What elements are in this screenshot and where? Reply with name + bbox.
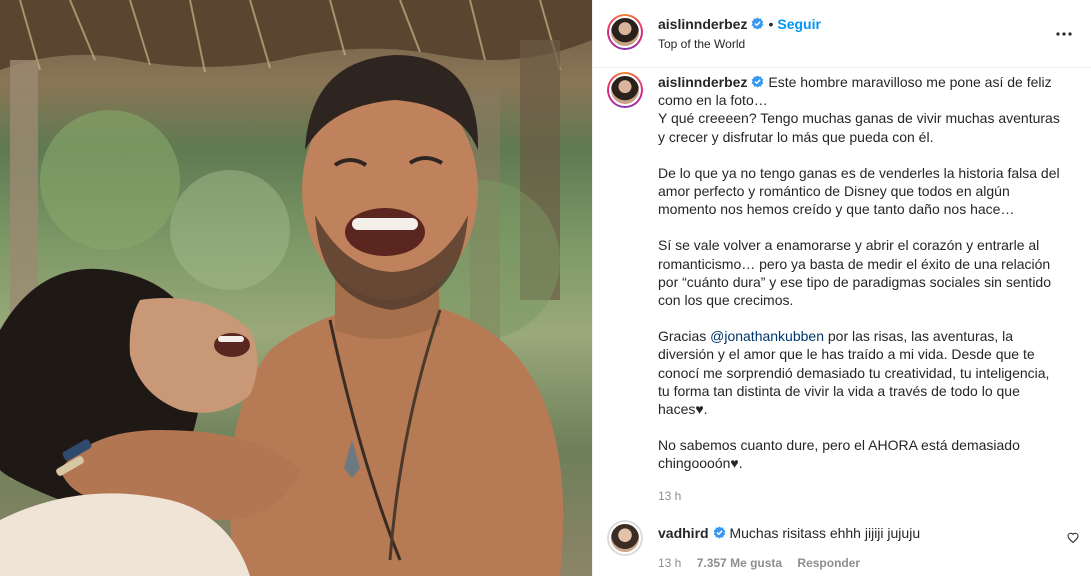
caption-paragraph: aislinnderbez Este hombre maravilloso me…: [658, 73, 1078, 146]
post-details-panel: aislinnderbez • Seguir Top of the World ai…: [592, 0, 1091, 576]
caption-paragraph-4: Gracias @jonathankubben por las risas, l…: [658, 327, 1078, 418]
reply-button[interactable]: Responder: [797, 556, 860, 570]
comment-username[interactable]: vadhird: [658, 525, 709, 541]
more-options-icon[interactable]: [1054, 26, 1074, 42]
verified-badge-icon: [752, 17, 764, 30]
caption-text-3: Sí se vale volver a enamorarse y abrir e…: [658, 237, 1051, 309]
comment-timestamp[interactable]: 13 h: [658, 556, 681, 570]
separator-dot: •: [768, 16, 774, 32]
heart-icon[interactable]: [1067, 532, 1079, 544]
comment-text: Muchas risitass ehhh jijiji jujuju: [729, 525, 921, 541]
avatar[interactable]: [607, 72, 643, 108]
avatar[interactable]: [607, 14, 643, 50]
photo-illustration: [0, 0, 592, 576]
caption: aislinnderbez Este hombre maravilloso me…: [658, 73, 1078, 503]
comment-likes[interactable]: 7.357 Me gusta: [697, 556, 782, 570]
verified-badge-icon: [752, 75, 764, 88]
comment-meta: 13 h 7.357 Me gusta Responder: [658, 556, 860, 570]
post-header: aislinnderbez • Seguir Top of the World: [593, 0, 1091, 68]
caption-text-5: No sabemos cuanto dure, pero el AHORA es…: [658, 437, 1020, 472]
mention-link[interactable]: @jonathankubben: [710, 328, 824, 344]
instagram-post-view: aislinnderbez • Seguir Top of the World ai…: [0, 0, 1091, 576]
post-photo[interactable]: [0, 0, 592, 576]
caption-text-2: De lo que ya no tengo ganas es de vender…: [658, 164, 1060, 218]
caption-username[interactable]: aislinnderbez: [658, 74, 747, 90]
caption-text-4a: Gracias: [658, 328, 711, 345]
verified-badge-icon: [713, 526, 725, 539]
comment: vadhird Muchas risitass ehhh jijiji juju…: [658, 524, 1058, 542]
caption-timestamp[interactable]: 13 h: [658, 489, 1078, 503]
header-user-line: aislinnderbez • Seguir: [658, 16, 821, 32]
author-username[interactable]: aislinnderbez: [658, 16, 747, 32]
follow-button[interactable]: Seguir: [777, 16, 821, 32]
location-link[interactable]: Top of the World: [658, 37, 745, 51]
avatar[interactable]: [607, 520, 643, 556]
